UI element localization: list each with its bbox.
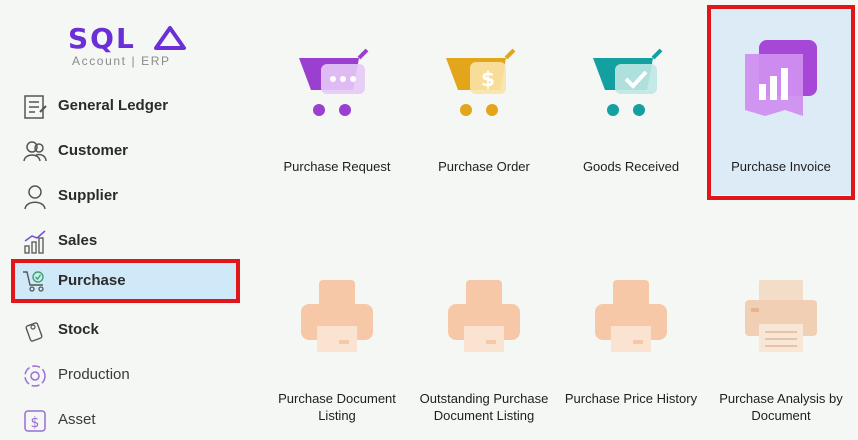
svg-text:$: $ (31, 415, 40, 431)
sidebar-item-label: Asset (58, 411, 96, 428)
tile-outstanding-purchase-document-listing[interactable]: Outstanding Purchase Document Listing (414, 270, 554, 430)
brand-subtitle: Account | ERP (72, 54, 171, 68)
sidebar-item-label: Stock (58, 321, 99, 338)
stock-icon (25, 322, 43, 342)
sidebar-item-customer[interactable]: Customer (14, 131, 240, 171)
tile-purchase-document-listing[interactable]: Purchase Document Listing (267, 270, 407, 430)
sidebar-item-sales[interactable]: Sales (14, 221, 240, 261)
purchase-request-cart-icon (299, 48, 369, 116)
printer-icon (745, 280, 817, 352)
tile-label: Purchase Price History (557, 390, 705, 407)
sidebar-item-general-ledger[interactable]: General Ledger (14, 86, 240, 126)
goods-received-cart-icon (593, 48, 663, 116)
tile-purchase-order[interactable]: $ Purchase Order (414, 30, 554, 190)
sidebar-item-label: Sales (58, 232, 98, 249)
sidebar-item-asset[interactable]: $ Asset (14, 400, 240, 440)
sidebar-item-stock[interactable]: Stock (14, 310, 240, 350)
brand-name: SQL (68, 22, 136, 55)
ledger-icon (24, 95, 47, 119)
logo-slash-icon (154, 26, 186, 50)
sidebar-item-label: Customer (58, 142, 129, 159)
tile-label: Purchase Order (438, 159, 530, 174)
tile-label: Outstanding Purchase Document Listing (410, 390, 558, 424)
printer-icon (448, 280, 520, 352)
sidebar: SQL Account | ERP General Ledger Custome… (0, 0, 250, 434)
tile-label-line1: Purchase Analysis by (719, 391, 843, 406)
tile-label: Purchase Document Listing (263, 390, 411, 424)
tile-label-line2: Listing (318, 408, 356, 423)
sidebar-item-label: Supplier (58, 187, 119, 204)
tile-purchase-price-history[interactable]: Purchase Price History (561, 270, 701, 430)
printer-icon (595, 280, 667, 352)
tile-label-line2: Document Listing (433, 408, 535, 423)
tile-label-line1: Purchase Price History (564, 391, 698, 406)
svg-text:$: $ (481, 67, 495, 91)
tile-label-line1: Purchase Document (278, 391, 396, 406)
purchase-highlight-frame (11, 259, 240, 303)
tile-label-line1: Outstanding Purchase (419, 391, 549, 406)
tile-label: Goods Received (582, 159, 680, 174)
purchase-order-cart-icon: $ (446, 48, 516, 116)
tile-purchase-request[interactable]: Purchase Request (267, 30, 407, 190)
tile-purchase-analysis-by-document[interactable]: Purchase Analysis by Document (711, 270, 851, 430)
sidebar-item-label: Production (58, 366, 130, 383)
sidebar-item-production[interactable]: Production (14, 355, 240, 395)
tile-goods-received[interactable]: Goods Received (561, 30, 701, 190)
supplier-icon (24, 185, 46, 210)
printer-icon (301, 280, 373, 352)
sales-chart-icon (24, 230, 46, 254)
sql-logo: SQL Account | ERP (68, 22, 198, 72)
purchase-invoice-highlight-frame (707, 5, 855, 200)
tile-label: Purchase Analysis by Document (707, 390, 855, 424)
sidebar-item-supplier[interactable]: Supplier (14, 176, 240, 216)
tile-label: Purchase Request (283, 159, 391, 174)
asset-icon: $ (24, 410, 46, 432)
customer-icon (23, 141, 47, 162)
tile-label-line2: Document (751, 408, 811, 423)
production-icon (24, 365, 46, 387)
sidebar-item-label: General Ledger (58, 97, 169, 114)
